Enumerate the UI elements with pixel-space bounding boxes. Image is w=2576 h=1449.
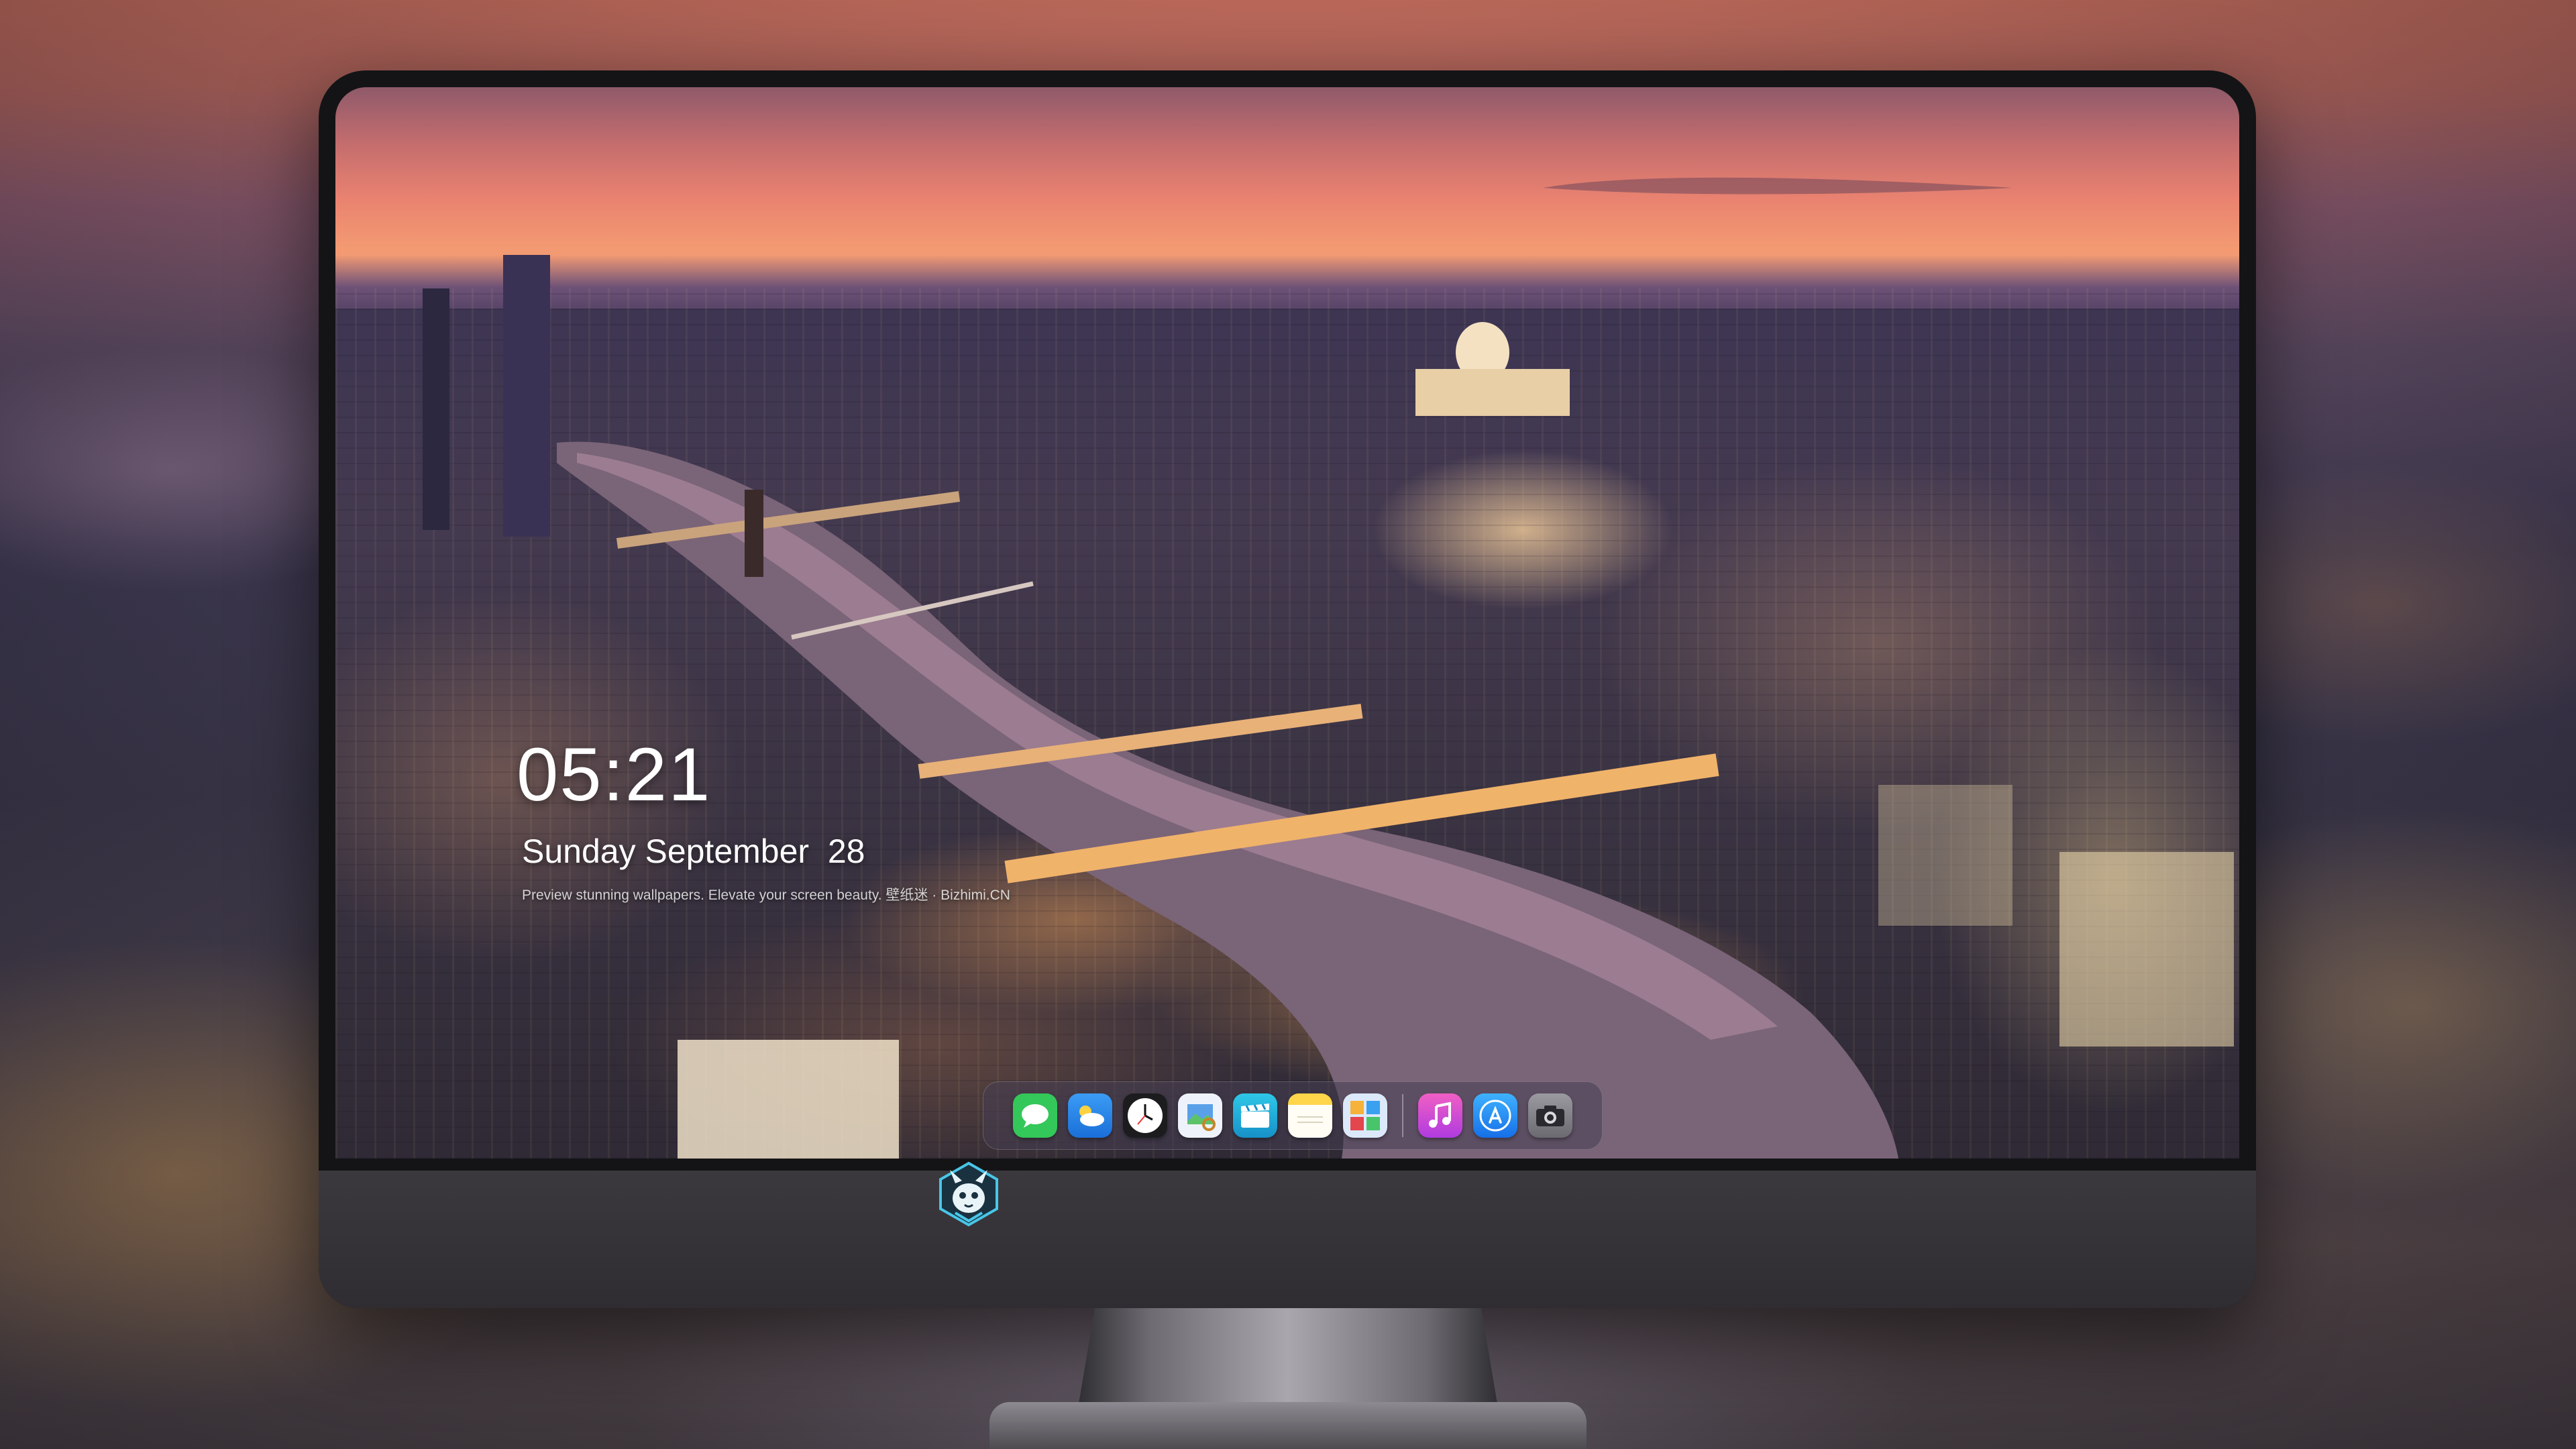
monitor: 05:21 Sunday September 28 Preview stunni… — [319, 70, 2256, 1308]
screen: 05:21 Sunday September 28 Preview stunni… — [335, 87, 2239, 1159]
lockscreen-date: Sunday September 28 — [522, 833, 865, 870]
monitor-chin — [319, 1171, 2256, 1308]
messages-app-icon[interactable] — [1013, 1093, 1057, 1138]
music-app-icon[interactable] — [1418, 1093, 1462, 1138]
clips-app-icon[interactable] — [1233, 1093, 1277, 1138]
dock-separator — [1402, 1094, 1403, 1137]
lockscreen-tagline: Preview stunning wallpapers. Elevate you… — [522, 888, 1010, 903]
photo-booth-app-icon[interactable] — [1343, 1093, 1387, 1138]
weather-app-icon[interactable] — [1068, 1093, 1112, 1138]
wallpaper-river — [423, 177, 2234, 1159]
clock-app-icon[interactable] — [1123, 1093, 1167, 1138]
camera-app-icon[interactable] — [1528, 1093, 1572, 1138]
dock — [983, 1081, 1603, 1150]
dragon-mascot-logo — [939, 1161, 998, 1227]
notes-app-icon[interactable] — [1288, 1093, 1332, 1138]
lockscreen-time: 05:21 — [517, 733, 712, 816]
preview-app-icon[interactable] — [1178, 1093, 1222, 1138]
app-store-icon[interactable] — [1473, 1093, 1517, 1138]
monitor-stand-base — [989, 1402, 1587, 1449]
